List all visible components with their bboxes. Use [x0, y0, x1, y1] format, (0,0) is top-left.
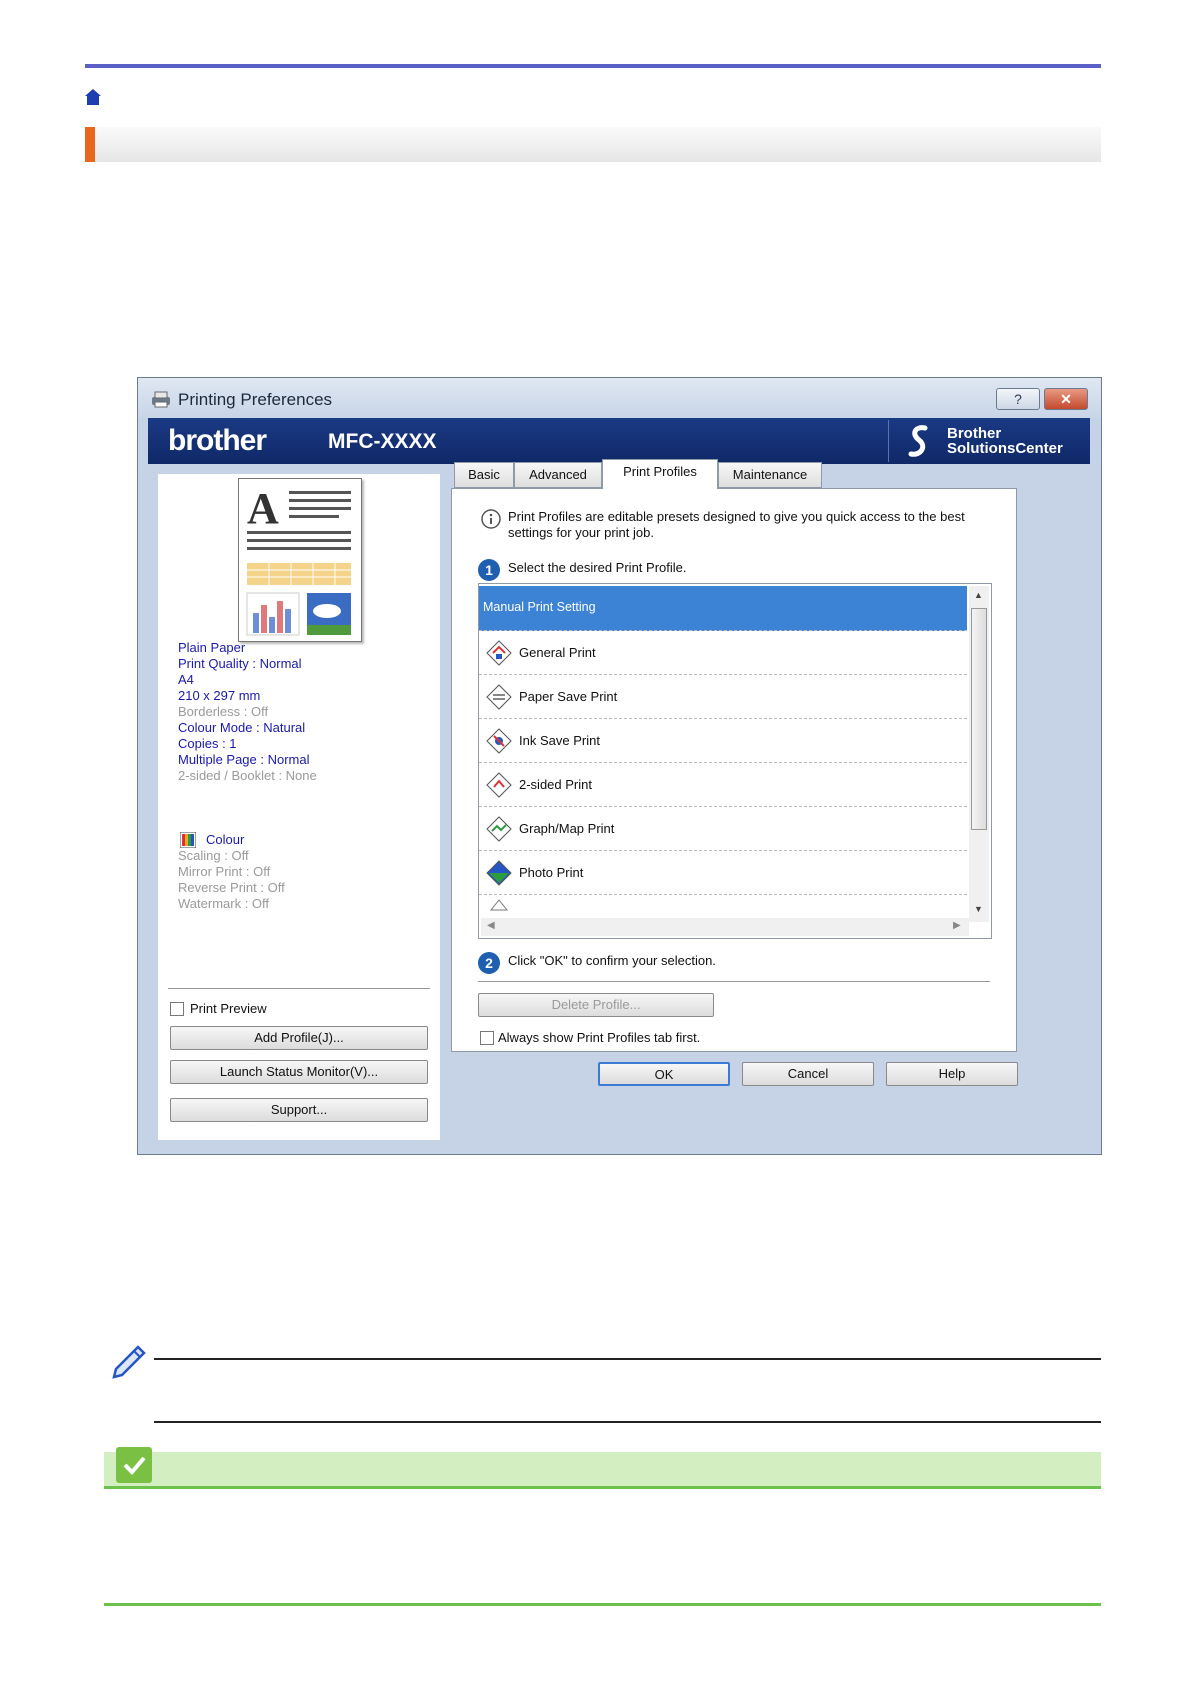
solutions-center-link[interactable]: Brother SolutionsCenter [888, 420, 1089, 462]
setting-copies: Copies : 1 [178, 736, 237, 751]
left-panel-divider [168, 988, 430, 989]
step-2-icon: 2 [478, 952, 500, 974]
printing-preferences-dialog: Printing Preferences ? ✕ brother MFC-XXX… [137, 377, 1102, 1155]
profile-item-graph-map[interactable]: Graph/Map Print [479, 807, 967, 851]
setting-scaling: Scaling : Off [178, 848, 249, 863]
ok-button[interactable]: OK [598, 1062, 730, 1086]
profile-item-photo[interactable]: Photo Print [479, 851, 967, 895]
scroll-down-icon[interactable]: ▼ [974, 904, 983, 914]
setting-reverse-print: Reverse Print : Off [178, 880, 285, 895]
colour-label: Colour [206, 832, 245, 847]
profile-label: Photo Print [519, 865, 584, 880]
setting-print-quality: Print Quality : Normal [178, 656, 302, 671]
tab-print-profiles[interactable]: Print Profiles [602, 459, 718, 489]
print-preview-label: Print Preview [190, 1001, 267, 1016]
setting-watermark: Watermark : Off [178, 896, 270, 911]
brother-logo: brother [168, 424, 267, 457]
brother-banner: brother MFC-XXXX Brother SolutionsCenter [148, 418, 1090, 464]
step-2-instruction: Click "OK" to confirm your selection. [508, 953, 716, 968]
delete-profile-button[interactable]: Delete Profile... [478, 993, 714, 1017]
profile-item-general[interactable]: General Print [479, 631, 967, 675]
setting-dimensions: 210 x 297 mm [178, 688, 261, 703]
scroll-up-icon[interactable]: ▲ [974, 590, 983, 600]
scroll-left-icon[interactable]: ◀ [487, 920, 495, 931]
info-icon [481, 509, 501, 529]
solutions-center-line-2: SolutionsCenter [947, 440, 1063, 457]
related-info-bottom-rule [104, 1603, 1101, 1606]
print-preview-checkbox[interactable] [170, 1002, 184, 1016]
two-sided-print-icon [486, 772, 512, 798]
step-1-icon: 1 [478, 559, 500, 581]
graph-map-print-icon [486, 816, 512, 842]
scrollbar-thumb[interactable] [971, 608, 987, 830]
help-window-button[interactable]: ? [996, 388, 1040, 410]
launch-status-monitor-button[interactable]: Launch Status Monitor(V)... [170, 1060, 428, 1084]
note-pencil-icon [112, 1345, 146, 1379]
profile-label: Ink Save Print [519, 733, 600, 748]
solutions-center-line-1: Brother [947, 425, 1002, 442]
home-icon[interactable] [84, 88, 102, 106]
print-profiles-tab-panel: Print Profiles are editable presets desi… [451, 488, 1017, 1052]
page-preview: A [238, 478, 362, 642]
setting-2-sided: 2-sided / Booklet : None [178, 768, 317, 783]
profile-label: Graph/Map Print [519, 821, 615, 836]
note-top-rule [154, 1358, 1101, 1360]
tab-advanced[interactable]: Advanced [514, 462, 602, 488]
profile-label: 2-sided Print [519, 777, 592, 792]
step-1-instruction: Select the desired Print Profile. [508, 560, 687, 575]
profile-label: Manual Print Setting [483, 600, 596, 614]
tab-panel-divider [478, 981, 990, 982]
partial-profile-icon [489, 899, 509, 911]
title-bar: Printing Preferences ? ✕ [138, 378, 1101, 418]
profile-list-vertical-scrollbar[interactable]: ▲ ▼ [969, 586, 989, 922]
colour-swatch-icon [180, 832, 196, 848]
setting-paper-size: A4 [178, 672, 194, 687]
section-title-bar [85, 127, 1101, 162]
cancel-button[interactable]: Cancel [742, 1062, 874, 1086]
ink-save-print-icon [486, 728, 512, 754]
profile-item-manual[interactable]: Manual Print Setting [479, 586, 967, 631]
dialog-title: Printing Preferences [178, 390, 333, 409]
settings-summary-panel: A Plain Paper Print Quality: Normal A4 … [158, 474, 440, 1140]
always-show-label: Always show Print Profiles tab first. [498, 1030, 701, 1045]
solutions-center-label: Brother SolutionsCenter [947, 426, 1063, 456]
related-info-rule [104, 1486, 1101, 1489]
support-button[interactable]: Support... [170, 1098, 428, 1122]
paper-save-print-icon [486, 684, 512, 710]
section-accent [85, 127, 95, 162]
setting-borderless: Borderless : Off [178, 704, 269, 719]
model-name: MFC-XXXX [328, 430, 437, 453]
setting-multiple-page: Multiple Page : Normal [178, 752, 310, 767]
profile-list-horizontal-scrollbar[interactable]: ◀ ▶ [481, 918, 969, 936]
profile-item-paper-save[interactable]: Paper Save Print [479, 675, 967, 719]
profile-item-ink-save[interactable]: Ink Save Print [479, 719, 967, 763]
profile-label: Paper Save Print [519, 689, 618, 704]
profile-item-2-sided[interactable]: 2-sided Print [479, 763, 967, 807]
help-button[interactable]: Help [886, 1062, 1018, 1086]
profile-label: General Print [519, 645, 596, 660]
setting-colour-mode: Colour Mode : Natural [178, 720, 306, 735]
close-window-button[interactable]: ✕ [1044, 388, 1088, 410]
page-preview-graphic: A [246, 484, 351, 636]
tab-basic[interactable]: Basic [454, 462, 514, 488]
print-profile-list[interactable]: Manual Print Setting General Print Paper… [478, 583, 992, 939]
scroll-right-icon[interactable]: ▶ [953, 920, 961, 931]
profiles-description: Print Profiles are editable presets desi… [508, 509, 965, 540]
solutions-center-icon [908, 425, 928, 457]
add-profile-button[interactable]: Add Profile(J)... [170, 1026, 428, 1050]
svg-text:A: A [247, 484, 279, 533]
general-print-icon [486, 640, 512, 666]
checkmark-icon [116, 1447, 152, 1483]
tab-maintenance[interactable]: Maintenance [718, 462, 822, 488]
related-info-bar [104, 1452, 1101, 1488]
setting-mirror-print: Mirror Print : Off [178, 864, 271, 879]
setting-media-type: Plain Paper [178, 640, 246, 655]
header-rule [85, 64, 1101, 68]
note-bottom-rule [154, 1421, 1101, 1423]
printer-icon [152, 391, 170, 408]
photo-print-icon [486, 860, 512, 886]
always-show-checkbox[interactable] [480, 1031, 494, 1045]
